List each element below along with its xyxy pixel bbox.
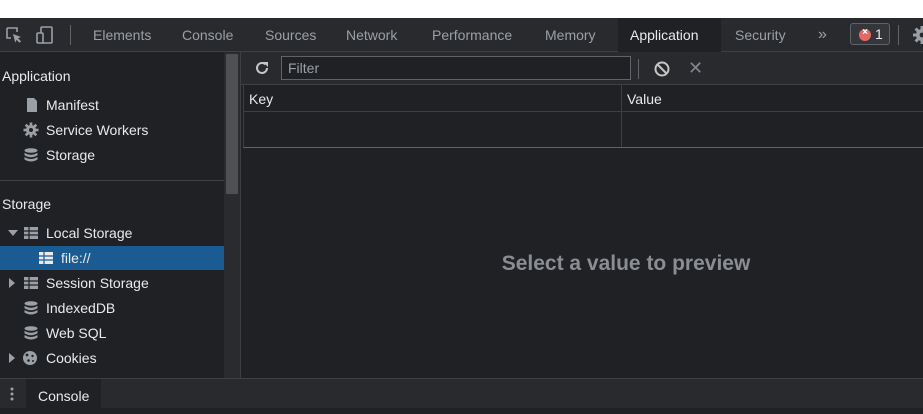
filter-input[interactable]: [281, 56, 631, 80]
devtools-toolbar: Elements Console Sources Network Perform…: [0, 18, 923, 52]
settings-gear-icon[interactable]: [912, 25, 923, 45]
drawer-tab-console[interactable]: Console: [26, 379, 102, 409]
tab-application[interactable]: Application: [618, 18, 721, 52]
tab-memory[interactable]: Memory: [533, 18, 608, 52]
tab-console[interactable]: Console: [170, 18, 245, 52]
console-drawer: Console: [0, 378, 923, 409]
sidebar-item-label: Local Storage: [46, 225, 133, 241]
sidebar-item-label: Storage: [46, 147, 96, 163]
tab-elements[interactable]: Elements: [81, 18, 163, 52]
sidebar-item-label: Manifest: [46, 97, 99, 113]
collapse-arrow-icon[interactable]: [9, 278, 15, 288]
sidebar-item-service-workers[interactable]: Service Workers: [0, 118, 224, 142]
sidebar-item-label: Service Workers: [46, 122, 149, 138]
inspect-element-icon[interactable]: [4, 25, 24, 45]
grid-icon: [39, 252, 53, 264]
error-icon: ×: [859, 27, 871, 41]
sidebar-item-storage[interactable]: Storage: [0, 143, 224, 167]
clear-all-icon[interactable]: [653, 60, 671, 78]
sidebar-item-label: Session Storage: [46, 275, 149, 291]
error-counter-button[interactable]: × 1: [850, 23, 890, 45]
table-header: Key Value: [244, 85, 923, 112]
error-count: 1: [875, 26, 883, 42]
toolbar-separator: [70, 25, 71, 45]
more-tabs-button[interactable]: »: [818, 18, 827, 52]
grid-icon: [24, 227, 38, 239]
section-title-storage: Storage: [2, 196, 52, 212]
storage-toolbar: ✕: [241, 52, 923, 85]
tab-performance[interactable]: Performance: [420, 18, 524, 52]
sidebar-item-label: Cookies: [46, 350, 97, 366]
sidebar-item-file-origin[interactable]: file://: [0, 246, 224, 270]
tab-network[interactable]: Network: [334, 18, 409, 52]
database-icon: [24, 326, 38, 340]
sidebar-item-manifest[interactable]: Manifest: [0, 93, 224, 117]
collapse-arrow-icon[interactable]: [9, 353, 15, 363]
expand-arrow-icon[interactable]: [8, 230, 18, 236]
sidebar-item-label: file://: [61, 250, 91, 266]
sidebar-item-web-sql[interactable]: Web SQL: [0, 321, 224, 345]
database-icon: [24, 301, 38, 315]
preview-placeholder: Select a value to preview: [501, 252, 751, 275]
cookie-icon: [23, 351, 37, 365]
section-title-application: Application: [2, 68, 71, 84]
column-header-value[interactable]: Value: [627, 91, 662, 107]
toolbar-separator: [898, 25, 899, 45]
drawer-menu-icon[interactable]: [6, 386, 18, 402]
sidebar-scrollbar[interactable]: [224, 52, 241, 378]
delete-selected-icon[interactable]: ✕: [688, 58, 703, 78]
database-icon: [24, 148, 38, 162]
sidebar-item-label: Web SQL: [46, 325, 107, 341]
gear-icon: [23, 122, 39, 138]
application-sidebar: Application Manifest Service Workers Sto…: [0, 52, 224, 378]
file-icon: [27, 98, 37, 112]
tab-sources[interactable]: Sources: [253, 18, 328, 52]
sidebar-item-label: IndexedDB: [46, 300, 116, 316]
column-divider: [621, 85, 622, 147]
refresh-icon[interactable]: [253, 59, 271, 77]
tab-security[interactable]: Security: [723, 18, 798, 52]
section-divider: [0, 180, 224, 181]
toolbar-separator: [638, 59, 639, 79]
key-value-table: Key Value: [243, 85, 923, 148]
window-top-strip: [0, 0, 923, 18]
storage-view: ✕ Key Value Select a value to preview: [241, 52, 923, 378]
sidebar-item-session-storage[interactable]: Session Storage: [0, 271, 224, 295]
column-header-key[interactable]: Key: [249, 91, 273, 107]
grid-icon: [24, 277, 38, 289]
sidebar-item-local-storage[interactable]: Local Storage: [0, 221, 224, 245]
device-toolbar-icon[interactable]: [35, 25, 55, 45]
scrollbar-thumb[interactable]: [226, 54, 238, 194]
sidebar-item-cookies[interactable]: Cookies: [0, 346, 224, 370]
sidebar-item-indexeddb[interactable]: IndexedDB: [0, 296, 224, 320]
